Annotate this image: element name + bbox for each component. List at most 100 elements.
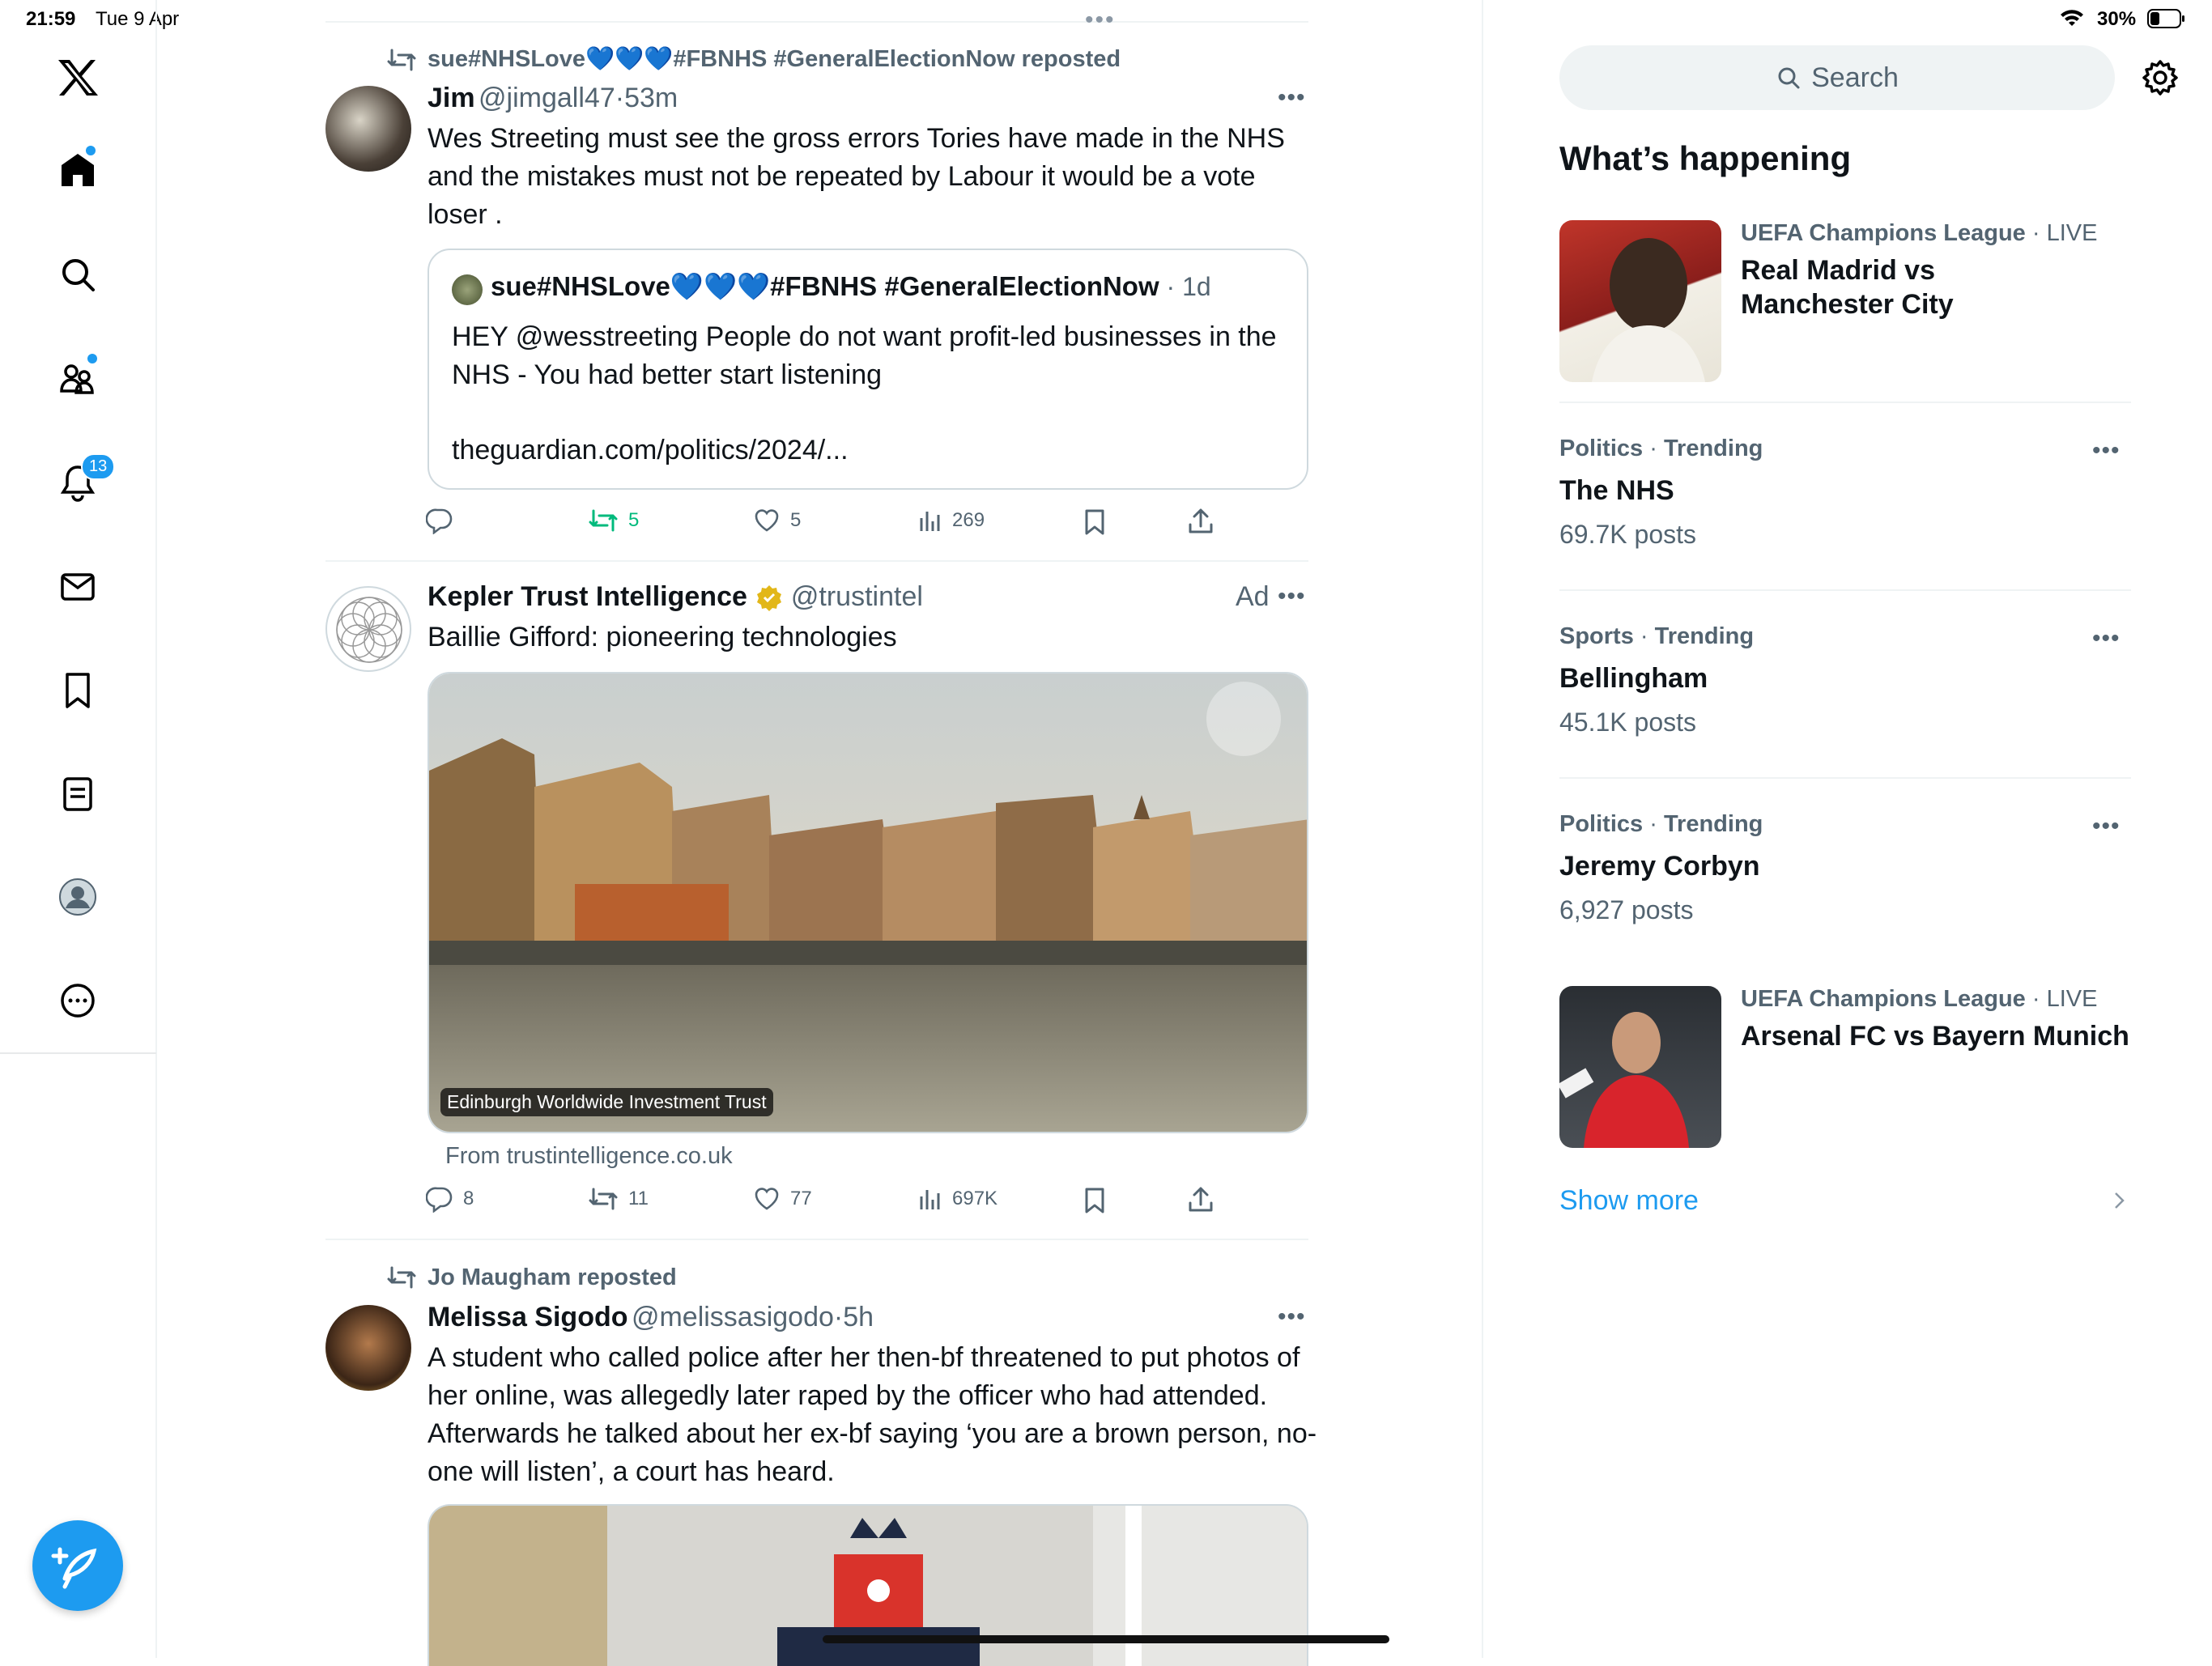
wifi-icon: [2060, 8, 2084, 32]
tweet-text: Wes Streeting must see the gross errors …: [428, 123, 1285, 230]
event-card[interactable]: UEFA Champions League · LIVE Real Madrid…: [1741, 220, 2097, 321]
bookmark-icon: [1085, 509, 1104, 535]
author-name[interactable]: Kepler Trust Intelligence: [428, 581, 747, 613]
reply-count: 8: [463, 1188, 474, 1209]
repost-icon: [387, 47, 416, 77]
event-live: LIVE: [2046, 220, 2098, 246]
repost-button[interactable]: 5: [588, 507, 639, 534]
author-handle[interactable]: @melissasigodo: [632, 1302, 834, 1332]
reply-icon: [426, 1187, 453, 1213]
tweet-header: Jim @jimgall47·53m: [428, 83, 678, 113]
status-time: 21:59: [26, 8, 76, 30]
advertiser-avatar[interactable]: [325, 586, 411, 672]
trend-trending: Trending: [1663, 811, 1763, 837]
views-count: 697K: [952, 1188, 998, 1209]
trend-category: Politics: [1559, 436, 1644, 461]
views-count: 269: [952, 509, 985, 531]
reply-icon: [426, 508, 453, 534]
timeline-top-more-icon[interactable]: •••: [1085, 6, 1116, 34]
quote-time: 1d: [1182, 272, 1211, 301]
trend-category: Politics: [1559, 811, 1644, 837]
image-caption: Edinburgh Worldwide Investment Trust: [440, 1088, 773, 1116]
event-category: UEFA Champions League: [1741, 220, 2026, 246]
reply-button[interactable]: [426, 507, 463, 534]
bookmark-button[interactable]: [1082, 508, 1108, 540]
like-count: 5: [790, 509, 802, 531]
home-indicator: [823, 1635, 1389, 1643]
verified-gold-badge-icon: [756, 584, 781, 611]
tweet-header: Melissa Sigodo @melissasigodo·5h: [428, 1302, 874, 1332]
heart-icon: [755, 509, 779, 532]
tweet-more-icon[interactable]: •••: [1278, 583, 1306, 610]
tweet-text: Baillie Gifford: pioneering technologies: [428, 622, 897, 652]
author-name[interactable]: Melissa Sigodo: [428, 1302, 628, 1332]
quote-text: HEY @wesstreeting People do not want pro…: [452, 321, 1277, 390]
repost-count: 5: [628, 509, 640, 531]
event-category: UEFA Champions League: [1741, 986, 2026, 1012]
ad-media-image[interactable]: Edinburgh Worldwide Investment Trust: [428, 672, 1308, 1133]
whats-happening-heading: What’s happening: [1559, 139, 1852, 177]
trend-category: Sports: [1559, 623, 1634, 649]
event-image[interactable]: [1559, 986, 1721, 1148]
trend-more-icon[interactable]: •••: [2092, 437, 2121, 465]
quoted-tweet[interactable]: sue#NHSLove💙💙💙#FBNHS #GeneralElectionNow…: [428, 249, 1308, 490]
battery-icon: [2147, 8, 2186, 33]
quote-link[interactable]: theguardian.com/politics/2024/...: [452, 431, 849, 470]
author-handle[interactable]: @trustintel: [791, 581, 923, 613]
search-box[interactable]: Search: [1559, 45, 2115, 110]
battery-percent: 30%: [2097, 8, 2137, 30]
event-title: Arsenal FC vs Bayern Munich: [1741, 1021, 2129, 1052]
compose-feather-icon: [51, 1547, 97, 1589]
share-button[interactable]: [1187, 507, 1214, 538]
trend-trending: Trending: [1654, 623, 1755, 649]
event-card[interactable]: UEFA Champions League · LIVE Arsenal FC …: [1741, 986, 2129, 1052]
bookmark-icon: [1085, 1188, 1104, 1213]
share-button[interactable]: [1187, 1185, 1214, 1217]
trend-item[interactable]: Sports · Trending Bellingham 45.1K posts: [1559, 623, 1754, 737]
tweet-more-icon[interactable]: •••: [1278, 1303, 1306, 1331]
trend-more-icon[interactable]: •••: [2092, 813, 2121, 840]
share-icon: [1189, 1187, 1213, 1212]
repost-action-icon: [589, 509, 618, 532]
tweet-time[interactable]: 53m: [624, 83, 678, 113]
trend-title: The NHS: [1559, 475, 1674, 506]
author-avatar[interactable]: [325, 1305, 411, 1391]
author-avatar[interactable]: [325, 86, 411, 172]
tweet-more-icon[interactable]: •••: [1278, 84, 1306, 112]
tweet-header: Kepler Trust Intelligence @trustintel: [428, 581, 923, 613]
show-more-link[interactable]: Show more: [1559, 1185, 1699, 1217]
like-button[interactable]: 5: [753, 507, 801, 534]
reply-button[interactable]: 8: [426, 1185, 474, 1213]
compose-post-button[interactable]: [32, 1520, 123, 1611]
views-button[interactable]: 269: [918, 507, 985, 534]
repost-count: 11: [628, 1188, 649, 1209]
repost-label: sue#NHSLove💙💙💙#FBNHS #GeneralElectionNow…: [428, 46, 1121, 72]
trend-item[interactable]: Politics · Trending The NHS 69.7K posts: [1559, 436, 1763, 550]
notifications-badge: 13: [81, 453, 116, 480]
tweet-time[interactable]: 5h: [843, 1302, 874, 1332]
search-icon: [1778, 67, 1800, 89]
author-handle[interactable]: @jimgall47: [479, 83, 615, 113]
settings-gear-icon[interactable]: [2141, 58, 2180, 101]
views-chart-icon: [920, 1190, 940, 1209]
event-title: Real Madrid vs Manchester City: [1741, 255, 1954, 320]
bookmark-button[interactable]: [1082, 1187, 1108, 1218]
trend-posts: 69.7K posts: [1559, 520, 1696, 549]
event-image[interactable]: [1559, 220, 1721, 382]
repost-action-icon: [589, 1188, 618, 1210]
repost-button[interactable]: 11: [588, 1185, 649, 1213]
like-button[interactable]: 77: [753, 1185, 812, 1213]
ad-label: Ad: [1236, 581, 1270, 612]
status-date: Tue 9 Apr: [96, 8, 180, 30]
author-name[interactable]: Jim: [428, 83, 475, 113]
heart-icon: [755, 1188, 779, 1210]
trend-item[interactable]: Politics · Trending Jeremy Corbyn 6,927 …: [1559, 811, 1763, 925]
views-button[interactable]: 697K: [918, 1185, 998, 1213]
tweet-text: A student who called police after her th…: [428, 1342, 1317, 1487]
trend-posts: 45.1K posts: [1559, 708, 1696, 737]
ad-source-link[interactable]: From trustintelligence.co.uk: [445, 1143, 733, 1170]
quote-avatar: [452, 274, 483, 305]
search-placeholder: Search: [1811, 62, 1899, 93]
trend-more-icon[interactable]: •••: [2092, 625, 2121, 652]
views-chart-icon: [920, 512, 940, 531]
